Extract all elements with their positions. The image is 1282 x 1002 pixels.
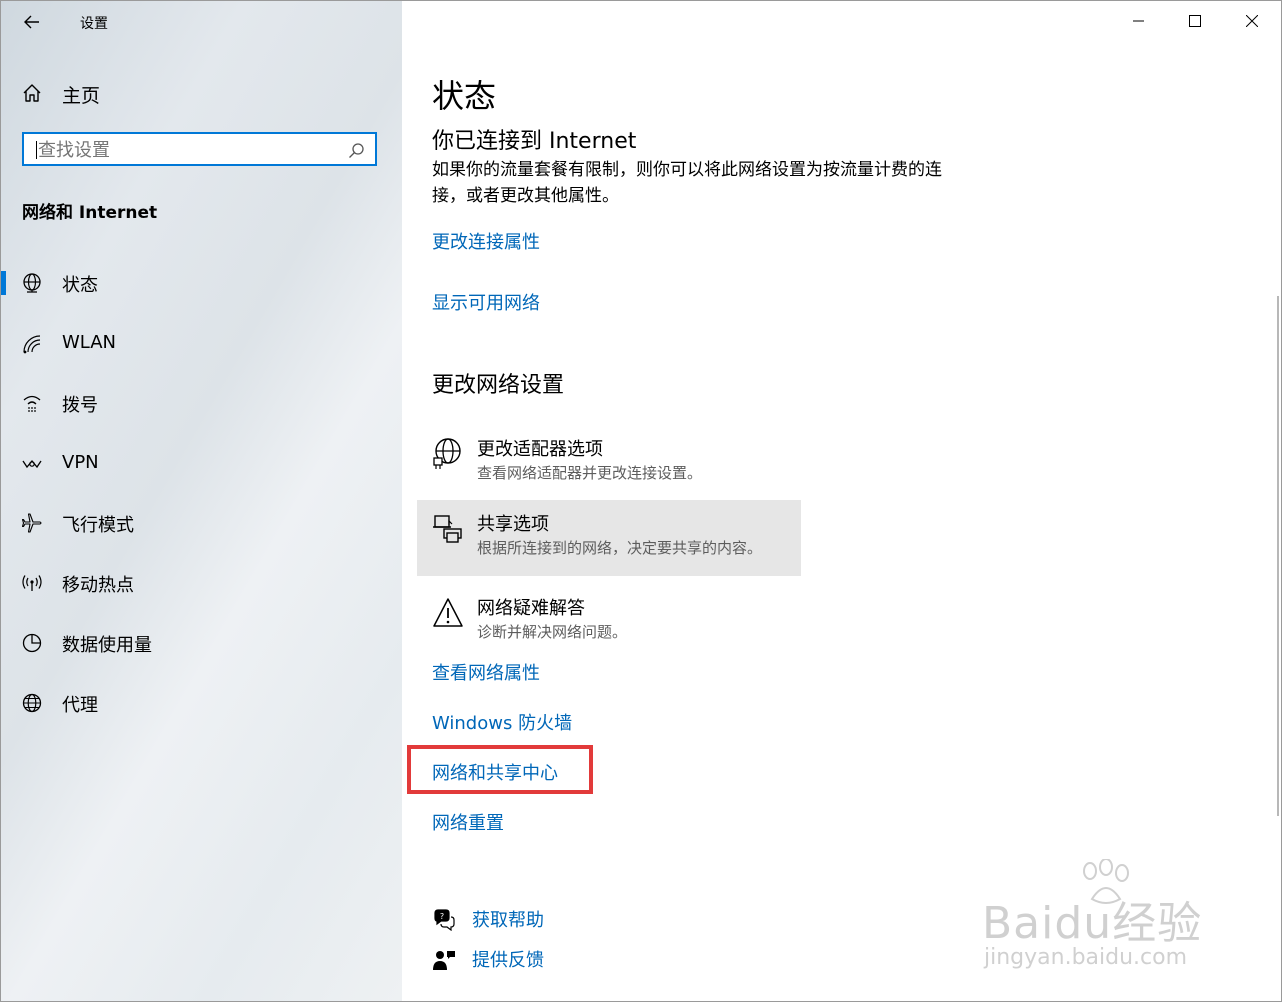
scrollbar[interactable] — [1277, 296, 1279, 816]
back-arrow-icon — [24, 15, 39, 29]
view-network-properties-link[interactable]: 查看网络属性 — [432, 659, 540, 685]
maximize-icon — [1189, 15, 1201, 27]
sidebar-item-label: 飞行模式 — [62, 515, 134, 536]
sidebar-item-dialup[interactable]: 拨号 — [1, 381, 402, 425]
connection-status-description: 如果你的流量套餐有限制，则你可以将此网络设置为按流量计费的连接，或者更改其他属性… — [432, 160, 942, 206]
sidebar-item-label: 代理 — [62, 695, 98, 716]
close-button[interactable] — [1224, 1, 1280, 41]
help-chat-icon: ? — [434, 909, 455, 931]
home-nav-item[interactable]: 主页 — [21, 79, 381, 107]
close-icon — [1246, 15, 1258, 27]
windows-firewall-link[interactable]: Windows 防火墙 — [432, 709, 572, 735]
vpn-icon — [22, 459, 42, 469]
watermark-url: jingyan.baidu.com — [984, 945, 1188, 970]
settings-window: 设置 主页 网络和 Internet — [0, 0, 1282, 1002]
back-button[interactable] — [19, 9, 45, 35]
titlebar-left: 设置 — [1, 1, 402, 43]
sidebar-item-hotspot[interactable]: 移动热点 — [1, 561, 402, 605]
option-title: 共享选项 — [477, 514, 549, 535]
minimize-icon — [1133, 20, 1144, 22]
network-sharing-center-link[interactable]: 网络和共享中心 — [432, 759, 558, 785]
sidebar-item-airplane[interactable]: 飞行模式 — [1, 501, 402, 545]
minimize-button[interactable] — [1111, 1, 1167, 41]
show-available-networks-link[interactable]: 显示可用网络 — [432, 289, 540, 315]
adapter-icon — [433, 438, 461, 469]
sidebar-item-label: 状态 — [62, 275, 98, 296]
get-help-label: 获取帮助 — [472, 910, 544, 931]
network-reset-link[interactable]: 网络重置 — [432, 809, 504, 835]
search-input[interactable] — [36, 138, 340, 162]
option-title: 网络疑难解答 — [477, 598, 585, 619]
home-icon — [23, 84, 41, 102]
sidebar-item-label: WLAN — [62, 332, 117, 353]
hotspot-icon — [22, 575, 42, 591]
sidebar: 设置 主页 网络和 Internet — [1, 1, 402, 1001]
home-label: 主页 — [62, 85, 101, 107]
data-usage-icon — [22, 633, 42, 653]
svg-text:?: ? — [440, 912, 444, 921]
sidebar-item-wlan[interactable]: WLAN — [1, 322, 402, 366]
sidebar-item-label: 数据使用量 — [62, 635, 152, 656]
maximize-button[interactable] — [1167, 1, 1223, 41]
option-title: 更改适配器选项 — [477, 439, 603, 460]
globe-status-icon — [23, 273, 41, 293]
sidebar-item-status[interactable]: 状态 — [1, 261, 402, 305]
sharing-icon — [433, 515, 462, 543]
sidebar-item-label: VPN — [62, 452, 99, 473]
dialup-icon — [23, 395, 41, 412]
search-icon[interactable] — [348, 142, 365, 159]
option-subtitle: 查看网络适配器并更改连接设置。 — [477, 464, 703, 482]
section-title: 网络和 Internet — [22, 203, 158, 223]
option-subtitle: 诊断并解决网络问题。 — [477, 623, 628, 641]
sidebar-item-label: 拨号 — [62, 395, 98, 416]
sidebar-item-data-usage[interactable]: 数据使用量 — [1, 621, 402, 665]
give-feedback[interactable]: 提供反馈 — [432, 946, 732, 974]
app-title: 设置 — [80, 16, 108, 32]
main-content: 状态 你已连接到 Internet 如果你的流量套餐有限制，则你可以将此网络设置… — [402, 1, 1281, 1001]
give-feedback-label: 提供反馈 — [472, 950, 544, 971]
network-troubleshooter[interactable]: 网络疑难解答 诊断并解决网络问题。 — [417, 584, 801, 660]
active-indicator — [1, 271, 6, 295]
sidebar-item-label: 移动热点 — [62, 575, 134, 596]
change-network-settings-heading: 更改网络设置 — [432, 373, 565, 398]
airplane-icon — [21, 513, 42, 533]
watermark-brand: Baidu经验 — [982, 898, 1203, 949]
change-adapter-options[interactable]: 更改适配器选项 查看网络适配器并更改连接设置。 — [417, 425, 801, 501]
option-subtitle: 根据所连接到的网络，决定要共享的内容。 — [477, 539, 763, 557]
sidebar-item-vpn[interactable]: VPN — [1, 442, 402, 486]
sidebar-item-proxy[interactable]: 代理 — [1, 681, 402, 725]
warning-icon — [433, 598, 463, 627]
text-caret — [36, 141, 37, 159]
search-box[interactable] — [22, 132, 377, 166]
feedback-icon — [433, 951, 455, 970]
sharing-options[interactable]: 共享选项 根据所连接到的网络，决定要共享的内容。 — [417, 500, 801, 576]
page-title: 状态 — [432, 77, 497, 115]
wifi-icon — [23, 335, 41, 354]
connection-status-heading: 你已连接到 Internet — [432, 129, 637, 154]
get-help[interactable]: ? 获取帮助 — [432, 906, 732, 934]
change-connection-properties-link[interactable]: 更改连接属性 — [432, 228, 540, 254]
proxy-globe-icon — [22, 693, 42, 713]
baidu-watermark: Baidu经验 jingyan.baidu.com — [982, 859, 1252, 979]
